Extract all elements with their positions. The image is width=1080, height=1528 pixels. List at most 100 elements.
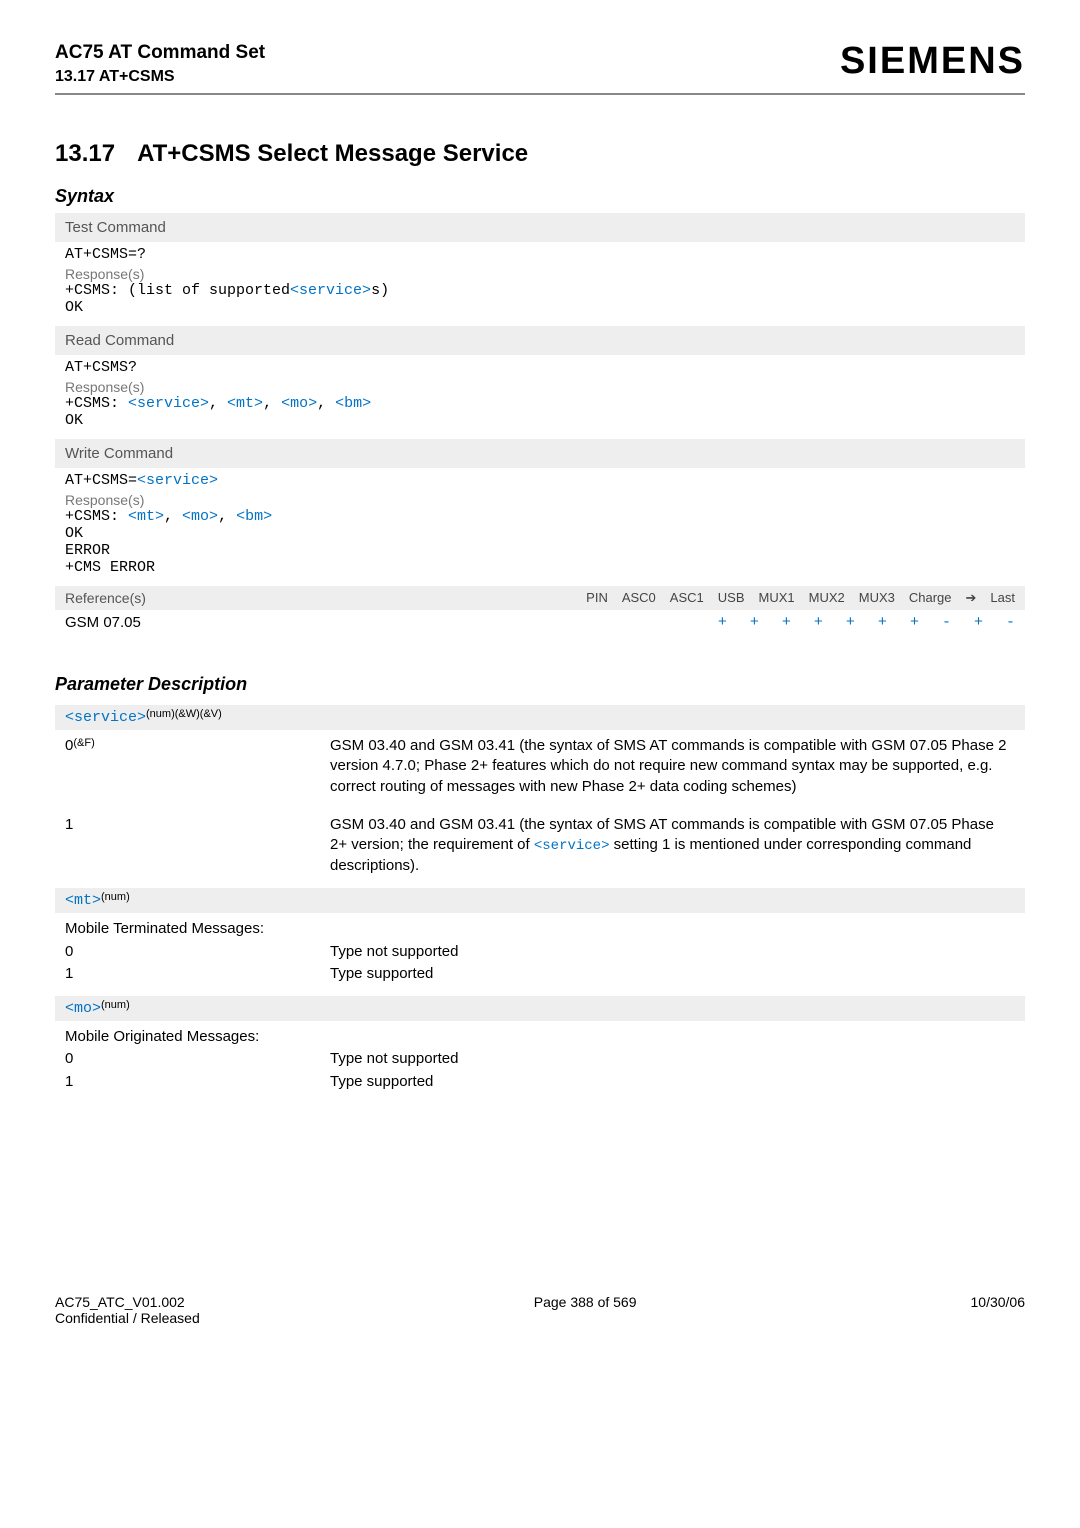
param-mt-row-1: 1 Type supported	[55, 964, 1025, 996]
param-mo-text-1: Type supported	[330, 1072, 1015, 1092]
write-pre: +CSMS:	[65, 508, 128, 525]
parameter-description-title: Parameter Description	[55, 674, 1025, 695]
ref-col-usb: USB	[718, 590, 745, 606]
test-line-post: s)	[371, 282, 389, 299]
footer-left-1: AC75_ATC_V01.002	[55, 1294, 200, 1310]
read-tok-mo: <mo>	[281, 395, 317, 412]
reference-header-row: Reference(s) PIN ASC0 ASC1 USB MUX1 MUX2…	[55, 586, 1025, 610]
test-command-body: AT+CSMS=? Response(s) +CSMS: (list of su…	[55, 242, 1025, 326]
test-ok: OK	[65, 299, 1015, 316]
ref-col-mux2: MUX2	[809, 590, 845, 606]
syntax-label: Syntax	[55, 186, 1025, 207]
read-sep-2: ,	[263, 395, 281, 412]
read-ok: OK	[65, 412, 1015, 429]
ref-col-asc0: ASC0	[622, 590, 656, 606]
param-mo-intro-row: Mobile Originated Messages:	[55, 1021, 1025, 1049]
write-tok-bm: <bm>	[236, 508, 272, 525]
ref-col-asc1: ASC1	[670, 590, 704, 606]
doc-title: AC75 AT Command Set	[55, 40, 265, 66]
read-sep-3: ,	[317, 395, 335, 412]
ref-col-pin: PIN	[586, 590, 608, 606]
footer-left: AC75_ATC_V01.002 Confidential / Released	[55, 1294, 200, 1326]
ref-col-mux1: MUX1	[759, 590, 795, 606]
ref-val-0: +	[718, 614, 727, 631]
ref-val-3: +	[814, 614, 823, 631]
write-response-line: +CSMS: <mt>, <mo>, <bm>	[65, 508, 1015, 525]
page-footer: AC75_ATC_V01.002 Confidential / Released…	[55, 1294, 1025, 1356]
ref-val-5: +	[878, 614, 887, 631]
write-sep-1: ,	[164, 508, 182, 525]
ref-val-7: -	[942, 614, 951, 631]
reference-label: Reference(s)	[65, 590, 146, 606]
write-cms-error: +CMS ERROR	[65, 559, 1015, 576]
write-command-label: Write Command	[55, 439, 1025, 468]
read-pre: +CSMS:	[65, 395, 128, 412]
doc-header: AC75 AT Command Set 13.17 AT+CSMS SIEMEN…	[55, 40, 1025, 87]
ref-val-6: +	[910, 614, 919, 631]
header-rule	[55, 93, 1025, 95]
param-mo-key-0: 0	[65, 1049, 330, 1069]
read-response-label: Response(s)	[65, 379, 1015, 395]
section-number: 13.17	[55, 140, 115, 168]
param-mt-key-0: 0	[65, 942, 330, 962]
param-service-text-1: GSM 03.40 and GSM 03.41 (the syntax of S…	[330, 815, 1015, 876]
write-error: ERROR	[65, 542, 1015, 559]
param-service-sup: (num)(&W)(&V)	[146, 708, 222, 720]
reference-values: + + + + + + + - + -	[718, 614, 1015, 631]
service-token: <service>	[290, 282, 371, 299]
test-command-cmd: AT+CSMS=?	[65, 246, 1015, 263]
page: AC75 AT Command Set 13.17 AT+CSMS SIEMEN…	[0, 0, 1080, 1376]
param-mt-intro: Mobile Terminated Messages:	[65, 919, 264, 939]
read-tok-bm: <bm>	[335, 395, 371, 412]
write-response-label: Response(s)	[65, 492, 1015, 508]
param-service-row-1: 1 GSM 03.40 and GSM 03.41 (the syntax of…	[55, 809, 1025, 888]
param-mo-intro: Mobile Originated Messages:	[65, 1027, 259, 1047]
brand-logo: SIEMENS	[840, 40, 1025, 83]
param-mo-header: <mo>(num)	[55, 996, 1025, 1021]
param-service-token: <service>	[65, 709, 146, 726]
ref-col-last: Last	[990, 590, 1015, 606]
param-service-row-0: 0(&F) GSM 03.40 and GSM 03.41 (the synta…	[55, 730, 1025, 809]
param-mt-key-1: 1	[65, 964, 330, 984]
write-cmd-pre: AT+CSMS=	[65, 472, 137, 489]
param-mt-row-0: 0 Type not supported	[55, 942, 1025, 964]
param-mt-header: <mt>(num)	[55, 888, 1025, 913]
ref-col-mux3: MUX3	[859, 590, 895, 606]
read-command-label: Read Command	[55, 326, 1025, 355]
param-mo-text-0: Type not supported	[330, 1049, 1015, 1069]
param-service-key-0: 0(&F)	[65, 736, 330, 797]
doc-header-left: AC75 AT Command Set 13.17 AT+CSMS	[55, 40, 265, 87]
ref-val-9: -	[1006, 614, 1015, 631]
write-tok-mt: <mt>	[128, 508, 164, 525]
test-response-label: Response(s)	[65, 266, 1015, 282]
read-command-cmd: AT+CSMS?	[65, 359, 1015, 376]
read-command-body: AT+CSMS? Response(s) +CSMS: <service>, <…	[55, 355, 1025, 439]
param-mo-key-1: 1	[65, 1072, 330, 1092]
write-ok: OK	[65, 525, 1015, 542]
param-service-text-0: GSM 03.40 and GSM 03.41 (the syntax of S…	[330, 736, 1015, 797]
param-mt-sup: (num)	[101, 891, 130, 903]
write-tok-mo: <mo>	[182, 508, 218, 525]
param-mo-row-1: 1 Type supported	[55, 1072, 1025, 1104]
param-mo-token: <mo>	[65, 1000, 101, 1017]
param-service-text-1-tok: <service>	[534, 838, 610, 854]
ref-val-8: +	[974, 614, 983, 631]
param-service-header: <service>(num)(&W)(&V)	[55, 705, 1025, 730]
reference-columns: PIN ASC0 ASC1 USB MUX1 MUX2 MUX3 Charge …	[586, 590, 1015, 606]
ref-val-1: +	[750, 614, 759, 631]
write-command-body: AT+CSMS=<service> Response(s) +CSMS: <mt…	[55, 468, 1025, 586]
read-response-line: +CSMS: <service>, <mt>, <mo>, <bm>	[65, 395, 1015, 412]
read-tok-mt: <mt>	[227, 395, 263, 412]
test-response-line: +CSMS: (list of supported<service>s)	[65, 282, 1015, 299]
ref-val-4: +	[846, 614, 855, 631]
read-tok-service: <service>	[128, 395, 209, 412]
param-mo-sup: (num)	[101, 999, 130, 1011]
footer-center: Page 388 of 569	[534, 1294, 637, 1326]
param-service-key-0-sup: (&F)	[73, 737, 94, 749]
footer-right: 10/30/06	[971, 1294, 1026, 1326]
write-sep-2: ,	[218, 508, 236, 525]
ref-val-2: +	[782, 614, 791, 631]
param-mt-intro-row: Mobile Terminated Messages:	[55, 913, 1025, 941]
write-cmd-token: <service>	[137, 472, 218, 489]
test-line-pre: +CSMS: (list of supported	[65, 282, 290, 299]
